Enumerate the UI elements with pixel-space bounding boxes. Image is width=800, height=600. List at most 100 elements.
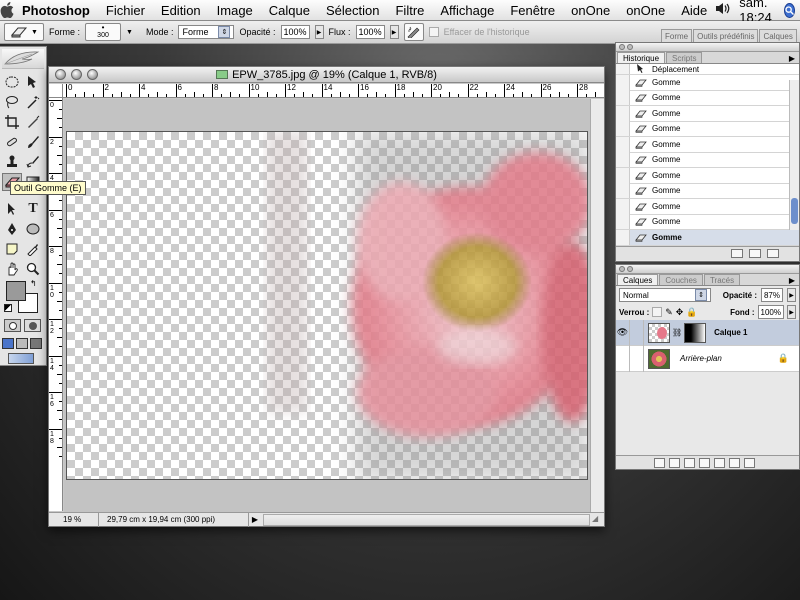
ruler-origin[interactable]: [49, 84, 63, 98]
fill-input[interactable]: 100%: [757, 305, 784, 319]
brush-link-icon[interactable]: [630, 319, 644, 346]
spotlight-icon[interactable]: [783, 2, 795, 18]
eye-visibility-icon[interactable]: [616, 345, 630, 372]
new-group-icon[interactable]: [714, 457, 725, 468]
pen-tool-icon[interactable]: [2, 220, 22, 238]
well-tab-forme[interactable]: Forme: [661, 29, 693, 43]
history-item[interactable]: Gomme: [616, 152, 799, 168]
path-selection-tool-icon[interactable]: [2, 200, 22, 218]
well-tab-calques[interactable]: Calques: [759, 29, 797, 43]
flow-input[interactable]: 100%: [355, 25, 385, 39]
menu-affichage[interactable]: Affichage: [432, 3, 502, 18]
healing-brush-tool-icon[interactable]: [2, 133, 22, 151]
history-item[interactable]: Gomme: [616, 229, 799, 246]
brush-link-icon[interactable]: [630, 345, 644, 372]
menu-fichier[interactable]: Fichier: [98, 3, 153, 18]
tab-traces[interactable]: Tracés: [703, 274, 741, 285]
palette-close-button[interactable]: [619, 44, 625, 50]
history-source-checkbox[interactable]: [616, 121, 630, 137]
swap-colors-icon[interactable]: ↰: [30, 279, 37, 288]
magic-wand-tool-icon[interactable]: [23, 93, 43, 111]
layer-opacity-input[interactable]: 87%: [760, 288, 783, 302]
history-item[interactable]: Gomme: [616, 198, 799, 215]
resize-grip-icon[interactable]: ◢: [592, 514, 604, 526]
layer-name-calque-1[interactable]: Calque 1: [714, 328, 747, 337]
brush-tool-icon[interactable]: [23, 133, 43, 151]
well-tab-outils[interactable]: Outils prédéfinis: [693, 29, 759, 43]
layers-palette-titlebar[interactable]: [616, 265, 799, 274]
layer-style-icon[interactable]: [669, 457, 680, 468]
history-item[interactable]: Déplacement: [616, 64, 799, 75]
layer-opacity-arrow-icon[interactable]: ▶: [787, 288, 796, 302]
lock-pixels-icon[interactable]: ✎: [665, 307, 673, 318]
history-source-checkbox[interactable]: [616, 74, 630, 90]
trash-icon[interactable]: [767, 248, 779, 258]
history-source-checkbox[interactable]: [616, 64, 630, 74]
history-source-checkbox[interactable]: [616, 90, 630, 106]
document-title-bar[interactable]: EPW_3785.jpg @ 19% (Calque 1, RVB/8): [49, 67, 604, 83]
minimize-window-button[interactable]: [71, 69, 82, 80]
crop-tool-icon[interactable]: [2, 113, 22, 131]
history-item[interactable]: Gomme: [616, 74, 799, 91]
speaker-icon[interactable]: [715, 2, 731, 18]
history-item[interactable]: Gomme: [616, 136, 799, 153]
quick-mask-mode-icon[interactable]: [24, 319, 41, 332]
menu-aide[interactable]: Aide: [673, 3, 715, 18]
default-colors-icon[interactable]: [4, 304, 12, 312]
chain-link-icon[interactable]: ⛓: [672, 328, 682, 337]
flow-slider-arrow-icon[interactable]: ▶: [389, 25, 399, 39]
jump-to-imageready-icon[interactable]: [8, 353, 34, 364]
adjustment-layer-icon[interactable]: [699, 457, 710, 468]
image-canvas[interactable]: [66, 131, 588, 480]
history-item[interactable]: Gomme: [616, 90, 799, 106]
menu-edition[interactable]: Edition: [153, 3, 209, 18]
foreground-color-swatch[interactable]: [6, 281, 26, 301]
new-document-from-state-icon[interactable]: [731, 248, 743, 258]
layer-row-calque-1[interactable]: 👁 ⛓ Calque 1: [616, 319, 799, 346]
tab-couches[interactable]: Couches: [659, 274, 703, 285]
lock-transparency-icon[interactable]: [652, 307, 663, 317]
lasso-tool-icon[interactable]: [2, 93, 22, 111]
zoom-window-button[interactable]: [87, 69, 98, 80]
menu-fenetre[interactable]: Fenêtre: [502, 3, 563, 18]
layer-mask-thumbnail[interactable]: [684, 322, 707, 343]
marquee-tool-icon[interactable]: [2, 73, 22, 91]
eye-visibility-icon[interactable]: 👁: [616, 319, 630, 346]
status-menu-arrow-icon[interactable]: ▶: [249, 515, 261, 524]
link-layers-icon[interactable]: [654, 457, 665, 468]
lock-position-icon[interactable]: ✥: [676, 307, 684, 318]
menu-onone-2[interactable]: onOne: [618, 3, 673, 18]
mode-select[interactable]: Forme ⇕: [178, 25, 235, 39]
hand-tool-icon[interactable]: [2, 260, 22, 278]
screen-mode-full-menu-icon[interactable]: [16, 338, 28, 349]
history-source-checkbox[interactable]: [616, 152, 630, 168]
blend-mode-select[interactable]: Normal ⇕: [619, 288, 711, 302]
screen-mode-full-icon[interactable]: [30, 338, 42, 349]
history-item[interactable]: Gomme: [616, 121, 799, 137]
horizontal-ruler[interactable]: 0 2 4 6 8 10 12 14 16 18 20 22 24 26 28: [63, 84, 604, 98]
history-source-checkbox[interactable]: [616, 214, 630, 230]
brush-dropdown-icon[interactable]: ▼: [126, 29, 133, 36]
history-palette-titlebar[interactable]: [616, 43, 799, 52]
palette-close-button[interactable]: [619, 266, 625, 272]
close-window-button[interactable]: [55, 69, 66, 80]
document-proxy-icon[interactable]: [216, 70, 229, 79]
menu-calque[interactable]: Calque: [261, 3, 318, 18]
history-brush-tool-icon[interactable]: [23, 153, 43, 171]
zoom-level[interactable]: 19 %: [49, 512, 99, 527]
history-source-checkbox[interactable]: [616, 167, 630, 183]
apple-menu-icon[interactable]: [0, 0, 14, 21]
vertical-ruler[interactable]: 0 2 4 6 8 10 12 14 16 18: [49, 98, 63, 511]
opacity-input[interactable]: 100%: [280, 25, 310, 39]
adobe-feather-icon[interactable]: [2, 49, 44, 69]
menu-filtre[interactable]: Filtre: [387, 3, 432, 18]
standard-mode-icon[interactable]: [4, 319, 21, 332]
tool-preset-picker[interactable]: ▼: [4, 23, 44, 41]
history-source-checkbox[interactable]: [616, 136, 630, 152]
history-item[interactable]: Gomme: [616, 214, 799, 230]
menu-onone-1[interactable]: onOne: [563, 3, 618, 18]
vertical-scrollbar[interactable]: [590, 99, 604, 512]
move-tool-icon[interactable]: [23, 73, 43, 91]
history-source-checkbox[interactable]: [616, 229, 630, 245]
history-item[interactable]: Gomme: [616, 183, 799, 199]
